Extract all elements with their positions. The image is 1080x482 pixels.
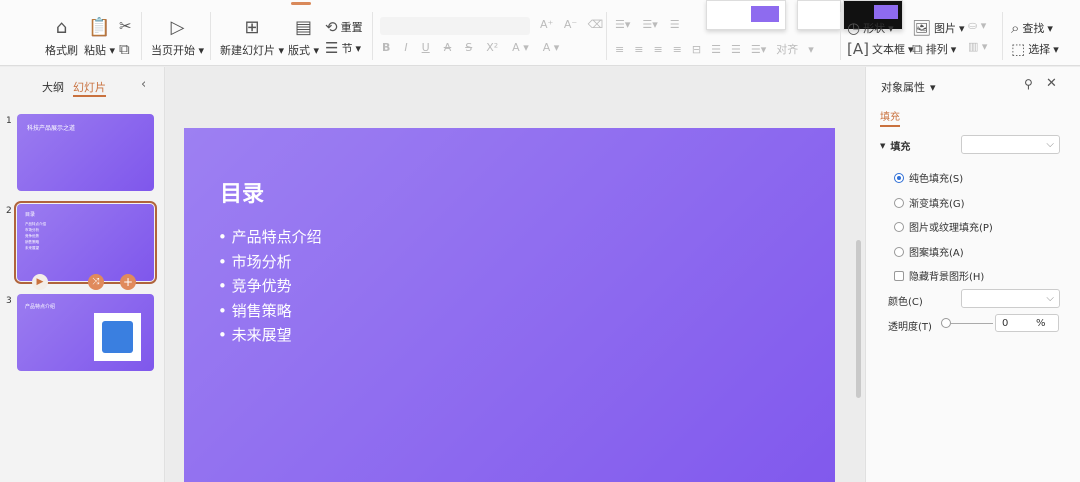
play-circle-icon: ▷ <box>170 17 185 38</box>
slide-bullet-list[interactable]: • 产品特点介绍 • 市场分析 • 竞争优势 • 销售策略 • 未来展望 <box>218 225 322 348</box>
panel-title[interactable]: 对象属性 ▾ <box>881 79 936 95</box>
close-icon[interactable]: ✕ <box>1046 76 1057 91</box>
layout-button[interactable]: ▤ 版式 ▾ <box>288 17 319 58</box>
play-slide-button[interactable]: ▶ <box>32 274 48 290</box>
copy-icon: ⧉ <box>119 40 130 58</box>
fill-section-toggle[interactable]: ▼ 填充 <box>880 138 910 154</box>
find-button[interactable]: ⌕ 查找 ▾ <box>1011 19 1053 37</box>
color-label: 颜色(C) <box>888 297 923 308</box>
transparency-slider[interactable] <box>941 318 993 328</box>
paste-button[interactable]: 📋 粘贴 ▾ <box>84 17 115 58</box>
ribbon-toolbar: ⌂ 格式刷 📋 粘贴 ▾ ✂ ⧉ ▷ 当页开始 ▾ ⊞ 新建幻灯片 ▾ ▤ 版式 ▾ ⟲ 重… <box>0 0 1080 66</box>
shape-icon: ◷ <box>847 19 861 37</box>
fill-type-select[interactable]: ⌵ <box>961 135 1060 154</box>
format-painter-button[interactable]: ⌂ 格式刷 <box>45 17 78 58</box>
outline-button[interactable]: ▥ ▾ <box>968 40 987 53</box>
radio-gradient-fill[interactable]: 渐变填充(G) <box>894 195 965 210</box>
picture-icon: 🖼 <box>912 19 932 37</box>
tab-outline[interactable]: 大纲 <box>42 79 64 95</box>
bullet-item: • 产品特点介绍 <box>218 228 322 246</box>
slide-number: 3 <box>6 296 12 306</box>
active-tab-indicator <box>291 2 311 5</box>
transition-button[interactable]: ⤨ <box>88 274 104 290</box>
select-icon: ⬚ <box>1011 40 1026 58</box>
tab-slides[interactable]: 幻灯片 <box>73 79 106 97</box>
slide-thumbnail-3[interactable]: 产品特点介绍 <box>17 294 154 371</box>
cut-button[interactable]: ✂ <box>119 17 132 35</box>
strike-button[interactable]: S <box>465 41 472 54</box>
bullet-item: • 销售策略 <box>218 301 292 320</box>
font-select[interactable] <box>380 17 530 35</box>
slide-thumbnail-1[interactable]: 科技产品展示之道 <box>17 114 154 191</box>
arrange-icon: ⧉ <box>912 40 923 58</box>
slide-canvas: 目录 • 产品特点介绍 • 市场分析 • 竞争优势 • 销售策略 • 未来展望 <box>166 67 864 482</box>
slide-thumbnail-2[interactable]: 目录 产品特点介绍 市场分析 竞争优势 销售策略 未来展望 <box>14 201 157 284</box>
product-image <box>94 313 141 361</box>
start-from-current-button[interactable]: ▷ 当页开始 ▾ <box>151 17 204 58</box>
shape-button[interactable]: ◷ 形状 ▾ <box>847 19 894 37</box>
fill-button[interactable]: ⛀ ▾ <box>968 19 986 32</box>
picture-button[interactable]: 🖼 图片 ▾ <box>912 19 965 37</box>
text-format-buttons[interactable]: B I U A S X² A ▾ A ▾ <box>382 41 559 54</box>
slide-title[interactable]: 目录 <box>220 176 264 208</box>
section-icon: ☰ <box>325 39 339 57</box>
vertical-scrollbar[interactable] <box>856 240 861 398</box>
textbox-icon: [A] <box>847 40 869 58</box>
hide-background-checkbox[interactable]: 隐藏背景图形(H) <box>894 268 984 283</box>
superscript-button[interactable]: X² <box>486 41 498 54</box>
window-thumbnail[interactable] <box>797 0 841 30</box>
brush-icon: ⌂ <box>55 17 68 38</box>
radio-pattern-fill[interactable]: 图案填充(A) <box>894 244 964 259</box>
reset-icon: ⟲ <box>325 18 338 36</box>
paragraph-buttons[interactable]: ≡ ≡ ≡ ≡ ⊟ ☰ ☰ ☰▾ 对齐 ▾ <box>615 41 814 57</box>
select-button[interactable]: ⬚ 选择 ▾ <box>1011 40 1059 58</box>
italic-button[interactable]: I <box>404 41 407 54</box>
window-thumbnail[interactable] <box>706 0 786 30</box>
transparency-label: 透明度(T) <box>888 322 932 333</box>
bold-button[interactable]: B <box>382 41 390 54</box>
scissors-icon: ✂ <box>119 17 132 35</box>
copy-button[interactable]: ⧉ <box>119 40 130 58</box>
slide-number: 1 <box>6 116 12 126</box>
underline-button[interactable]: U <box>422 41 430 54</box>
align-button[interactable]: 对齐 <box>776 41 798 57</box>
slides-panel: 大纲 幻灯片 ‹ 1 科技产品展示之道 2 目录 产品特点介绍 市场分析 竞争优势销… <box>0 67 165 482</box>
layout-icon: ▤ <box>295 17 313 38</box>
new-slide-button[interactable]: ⊞ 新建幻灯片 ▾ <box>220 17 284 58</box>
search-icon: ⌕ <box>1011 19 1020 37</box>
bullet-item: • 竞争优势 <box>218 277 292 295</box>
new-slide-icon: ⊞ <box>244 17 260 38</box>
color-select[interactable]: ⌵ <box>961 289 1060 308</box>
radio-picture-fill[interactable]: 图片或纹理填充(P) <box>894 219 993 234</box>
arrange-button[interactable]: ⧉ 排列 ▾ <box>912 40 956 58</box>
collapse-panel-icon[interactable]: ‹ <box>141 77 146 92</box>
pin-icon[interactable]: ⚲ <box>1024 77 1033 91</box>
reset-button[interactable]: ⟲ 重置 <box>325 18 363 36</box>
section-button[interactable]: ☰ 节 ▾ <box>325 39 361 57</box>
clipboard-icon: 📋 <box>88 17 111 38</box>
slide-editor[interactable]: 目录 • 产品特点介绍 • 市场分析 • 竞争优势 • 销售策略 • 未来展望 <box>184 128 835 482</box>
bullet-item: • 市场分析 <box>218 252 292 271</box>
font-size-buttons[interactable]: A⁺ A⁻ ⌫ <box>540 18 603 31</box>
bullet-item: • 未来展望 <box>218 326 292 344</box>
add-slide-button[interactable]: + <box>120 274 136 290</box>
slide-number: 2 <box>6 206 12 216</box>
radio-solid-fill[interactable]: 纯色填充(S) <box>894 170 963 185</box>
transparency-input[interactable]: 0% <box>995 314 1059 332</box>
object-properties-panel: 对象属性 ▾ ⚲ ✕ 填充 ▼ 填充 ⌵ 纯色填充(S) 渐变填充(G) 图片或纹… <box>865 67 1080 482</box>
tab-fill[interactable]: 填充 <box>880 108 900 127</box>
list-buttons[interactable]: ☰▾ ☰▾ ☰ <box>615 18 680 31</box>
textbox-button[interactable]: [A] 文本框 ▾ <box>847 40 914 58</box>
